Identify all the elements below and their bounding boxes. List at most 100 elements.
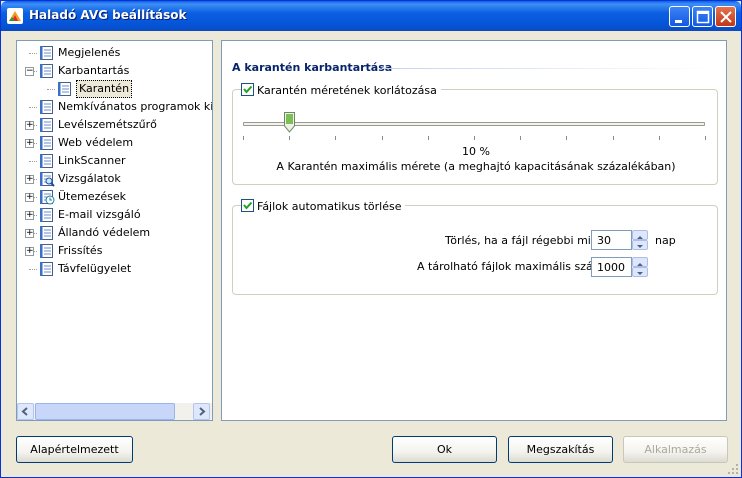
arrow-down-icon [637,272,643,275]
slider-tick [243,136,244,140]
tree-item-label: Ütemezések [58,190,127,203]
collapse-icon[interactable]: − [25,67,34,76]
slider-tick [705,136,706,140]
tree-horizontal-scrollbar[interactable] [17,403,212,420]
minimize-icon [675,20,682,23]
close-button[interactable] [715,6,736,27]
max-files-decrement[interactable] [632,267,648,277]
tree-connector [47,89,55,90]
tree-item-label: Karbantartás [58,64,130,77]
settings-content: A karantén karbantartása Karantén méreté… [221,40,727,421]
slider-tick [382,136,383,140]
tree-item-label: E-mail vizsgáló [58,208,141,221]
defaults-button[interactable]: Alapértelmezett [16,436,133,463]
max-files-value[interactable]: 1000 [597,261,625,274]
document-list-icon [40,118,53,132]
older-than-unit: nap [655,234,676,247]
document-list-icon [40,226,53,240]
document-list-icon [40,262,53,276]
size-limit-checkbox[interactable] [241,83,254,96]
maximize-button[interactable] [692,6,713,27]
size-limit-group: Karantén méretének korlátozása 10 % A Ka… [232,83,718,185]
resize-grip-icon[interactable] [727,463,739,475]
older-than-label: Törlés, ha a fájl régebbi mint [445,234,603,247]
slider-tick [289,136,290,140]
expand-icon[interactable]: + [25,247,34,256]
slider-tick [613,136,614,140]
older-than-decrement[interactable] [632,240,648,250]
expand-icon[interactable]: + [25,193,34,202]
section-title: A karantén karbantartása [232,61,393,74]
slider-tick [474,136,475,140]
minimize-button[interactable] [669,6,690,27]
avg-logo-icon [7,8,23,24]
tree-item-label: Megjelenés [58,46,121,59]
auto-delete-checkbox-row[interactable]: Fájlok automatikus törlése [241,199,406,213]
tree-connector [29,53,37,54]
quarantine-size-slider-track[interactable] [243,122,705,126]
document-list-icon [40,46,53,60]
tree-item-label: LinkScanner [58,154,126,167]
checkmark-icon [243,85,253,94]
older-than-spinner[interactable]: 30 [591,230,648,250]
tree-item-label: Távfelügyelet [58,262,132,275]
size-limit-checkbox-row[interactable]: Karantén méretének korlátozása [241,83,441,97]
auto-delete-checkbox[interactable] [241,199,254,212]
document-list-icon [40,100,53,114]
scroll-right-button[interactable] [193,403,210,420]
tree-connector [29,161,37,162]
document-list-icon [40,244,53,258]
tree-connector [29,269,37,270]
slider-tick [566,136,567,140]
document-list-icon [40,154,53,168]
expand-icon[interactable]: + [25,139,34,148]
expand-icon[interactable]: + [25,211,34,220]
document-list-icon [40,136,53,150]
slider-tick [428,136,429,140]
scroll-thumb[interactable] [35,403,175,420]
tree-connector [29,107,37,108]
older-than-increment[interactable] [632,230,648,240]
ok-button[interactable]: Ok [392,436,497,463]
section-divider [382,68,712,69]
cancel-button[interactable]: Megszakítás [508,436,613,463]
document-list-icon [40,208,53,222]
tree-item-label: Web védelem [58,136,134,149]
settings-window: Haladó AVG beállítások Megjelenés − Karban… [0,0,742,478]
window-title: Haladó AVG beállítások [29,8,187,22]
tree-items: Megjelenés − Karbantartás Karantén Nemkívána… [17,41,212,403]
arrow-right-icon [199,407,206,416]
max-files-label: A tárolható fájlok maximális száma: [417,260,614,273]
scroll-left-button[interactable] [17,403,34,420]
tree-item-label: Állandó védelem [58,226,151,239]
tree-item-label: Vizsgálatok [58,172,121,185]
tree-item-label: Levélszemétszűrő [58,118,157,131]
older-than-value[interactable]: 30 [597,234,611,247]
expand-icon[interactable]: + [25,229,34,238]
quarantine-size-slider-thumb[interactable] [284,112,295,133]
slider-tick [659,136,660,140]
apply-button[interactable]: Alkalmazás [623,436,728,463]
auto-delete-label: Fájlok automatikus törlése [257,200,402,213]
slider-value-label: 10 % [462,145,490,158]
tree-item-label: Karantén [76,80,133,98]
max-files-spinner[interactable]: 1000 [591,257,648,277]
close-icon [720,11,732,23]
auto-delete-group: Fájlok automatikus törlése Törlés, ha a … [232,199,718,295]
arrow-left-icon [21,407,28,416]
slider-tick [520,136,521,140]
maximize-icon [696,10,710,24]
settings-tree: Megjelenés − Karbantartás Karantén Nemkívána… [16,40,213,421]
tree-item-label: Nemkívánatos programok kivéte [58,100,212,113]
title-bar[interactable]: Haladó AVG beállítások [1,1,741,31]
tree-item-label: Frissítés [58,244,103,257]
clock-document-icon [40,190,55,205]
checkmark-icon [243,201,253,210]
size-limit-label: Karantén méretének korlátozása [257,84,437,97]
max-files-increment[interactable] [632,257,648,267]
magnifier-document-icon [40,172,55,187]
document-list-icon [40,64,53,78]
expand-icon[interactable]: + [25,175,34,184]
expand-icon[interactable]: + [25,121,34,130]
document-list-icon [58,82,71,96]
